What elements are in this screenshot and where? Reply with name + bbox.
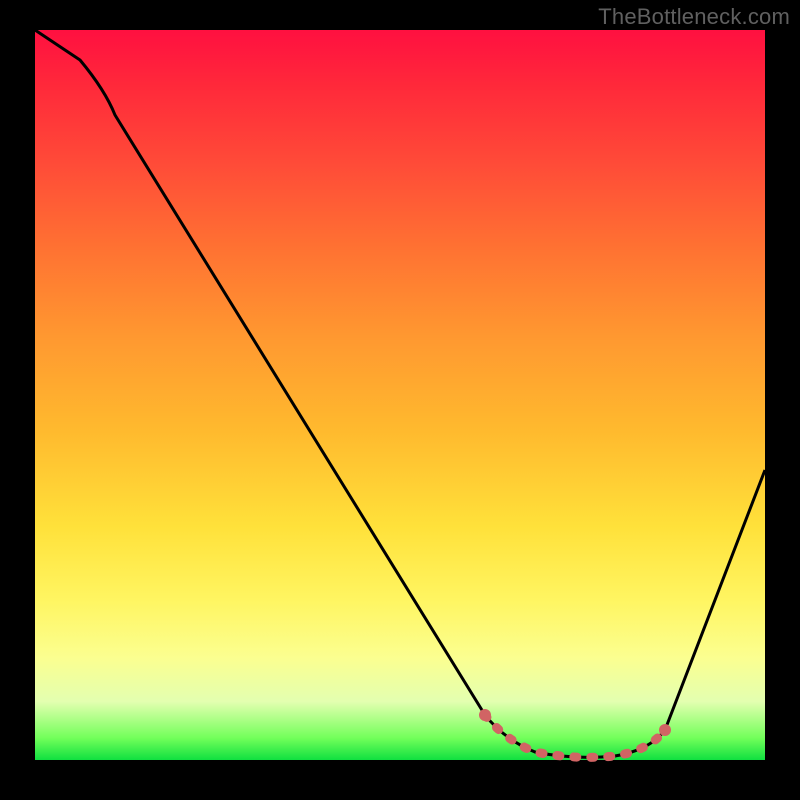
- chart-frame: TheBottleneck.com: [0, 0, 800, 800]
- bottleneck-curve: [35, 30, 765, 757]
- chart-svg: [35, 30, 765, 760]
- watermark-text: TheBottleneck.com: [598, 4, 790, 30]
- marker-dot-left: [479, 709, 491, 721]
- marker-dot-right: [659, 724, 671, 736]
- plot-area: [35, 30, 765, 760]
- marker-range: [485, 715, 665, 757]
